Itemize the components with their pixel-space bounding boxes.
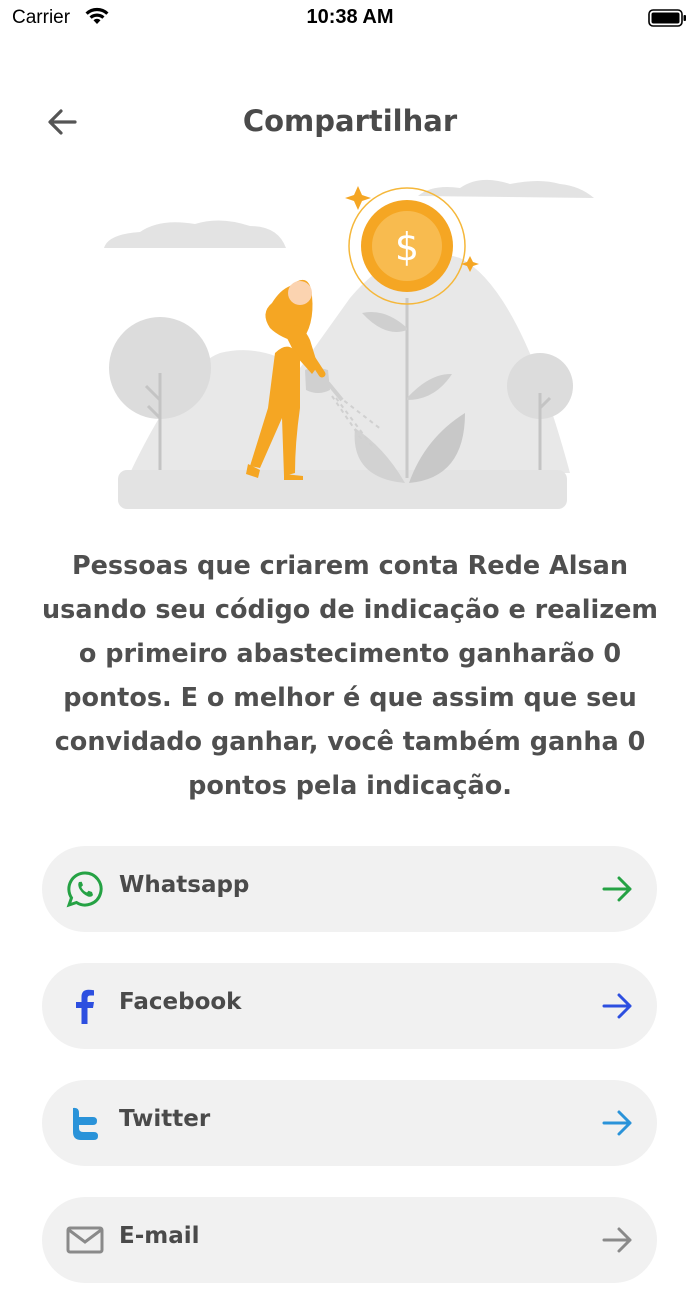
page-title: Compartilhar bbox=[242, 104, 458, 138]
arrow-right-icon bbox=[602, 1110, 632, 1136]
share-email-label: E-mail bbox=[119, 1223, 200, 1249]
share-illustration: $ bbox=[100, 178, 600, 518]
status-bar: Carrier 10:38 AM bbox=[0, 0, 700, 40]
arrow-right-icon bbox=[602, 1227, 632, 1253]
email-icon bbox=[66, 1221, 104, 1259]
svg-text:$: $ bbox=[395, 225, 419, 269]
share-whatsapp-label: Whatsapp bbox=[119, 872, 250, 898]
share-whatsapp-button[interactable]: Whatsapp bbox=[42, 846, 657, 932]
clock: 10:38 AM bbox=[306, 6, 394, 28]
battery-icon bbox=[648, 8, 688, 32]
whatsapp-icon bbox=[66, 870, 104, 908]
facebook-icon bbox=[66, 987, 104, 1025]
arrow-right-icon bbox=[602, 993, 632, 1019]
share-facebook-button[interactable]: Facebook bbox=[42, 963, 657, 1049]
share-facebook-label: Facebook bbox=[119, 989, 242, 1015]
share-twitter-label: Twitter bbox=[119, 1106, 211, 1132]
arrow-right-icon bbox=[602, 876, 632, 902]
referral-description: Pessoas que criarem conta Rede Alsan usa… bbox=[42, 551, 658, 801]
twitter-icon bbox=[66, 1104, 104, 1142]
share-email-button[interactable]: E-mail bbox=[42, 1197, 657, 1283]
share-twitter-button[interactable]: Twitter bbox=[42, 1080, 657, 1166]
